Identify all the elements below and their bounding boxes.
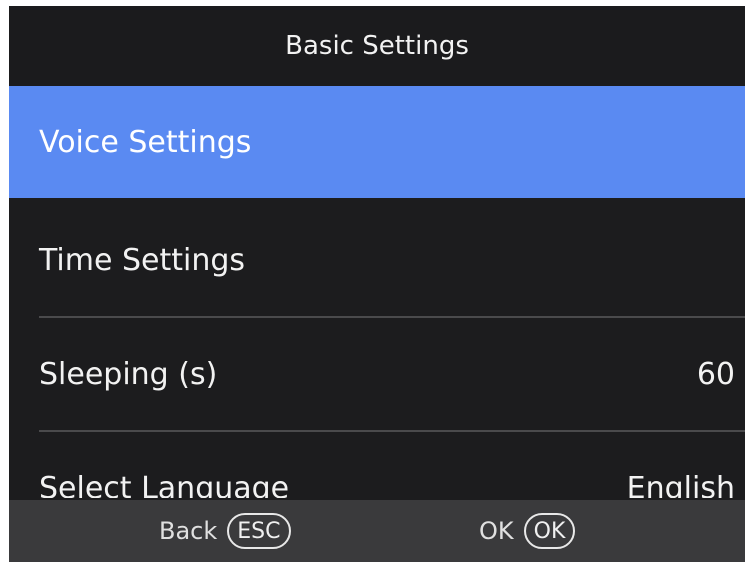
menu-item-time-settings[interactable]: Time Settings — [9, 204, 745, 316]
page-title: Basic Settings — [285, 31, 469, 61]
menu-item-voice-settings[interactable]: Voice Settings — [9, 86, 745, 198]
footer-bar: Back ESC OK OK — [9, 500, 745, 562]
ok-button[interactable]: OK OK — [479, 500, 576, 562]
ok-key-badge: OK — [523, 513, 576, 549]
device-screen: Basic Settings Voice Settings Time Setti… — [9, 6, 745, 562]
menu-item-select-language[interactable]: Select Language English — [9, 432, 745, 499]
menu-item-label: Voice Settings — [39, 124, 252, 160]
language-value: English — [626, 470, 735, 499]
esc-key-badge: ESC — [227, 513, 291, 549]
title-bar: Basic Settings — [9, 6, 745, 86]
sleeping-value: 60 — [696, 356, 735, 392]
ok-label: OK — [479, 517, 514, 545]
menu-item-sleeping[interactable]: Sleeping (s) 60 — [9, 318, 745, 430]
menu-item-label: Sleeping (s) — [39, 356, 218, 392]
back-label: Back — [159, 517, 218, 545]
settings-menu: Voice Settings Time Settings Sleeping (s… — [9, 86, 745, 498]
menu-item-label: Select Language — [39, 470, 290, 499]
menu-item-label: Time Settings — [39, 242, 246, 278]
back-button[interactable]: Back ESC — [159, 500, 291, 562]
